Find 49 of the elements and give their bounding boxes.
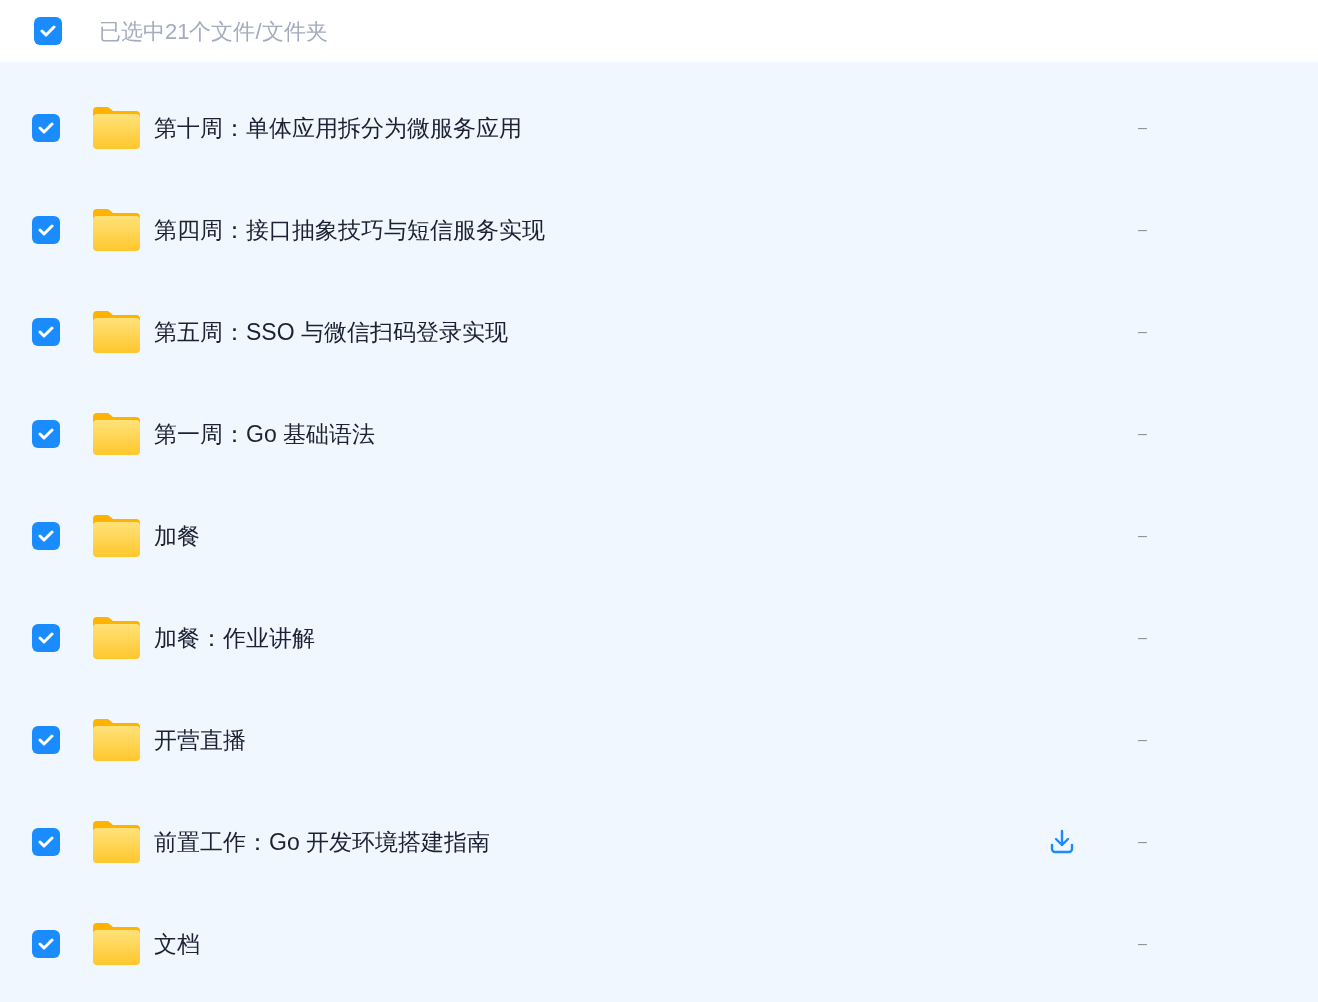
folder-icon — [93, 515, 140, 557]
check-icon — [38, 836, 54, 848]
size-value: – — [1138, 832, 1148, 852]
folder-icon — [93, 923, 140, 965]
size-value: – — [1138, 730, 1148, 750]
checkbox[interactable] — [32, 522, 60, 550]
folder-icon — [93, 107, 140, 149]
folder-name[interactable]: 第四周：接口抽象技巧与短信服务实现 — [154, 212, 545, 248]
selection-count: 已选中21个文件/文件夹 — [99, 17, 328, 46]
check-icon — [38, 326, 54, 338]
checkbox[interactable] — [32, 216, 60, 244]
check-icon — [38, 530, 54, 542]
folder-name[interactable]: 第一周：Go 基础语法 — [154, 416, 376, 452]
folder-icon — [93, 617, 140, 659]
size-value: – — [1138, 118, 1148, 138]
folder-icon — [93, 413, 140, 455]
check-icon — [38, 122, 54, 134]
checkbox[interactable] — [32, 828, 60, 856]
checkbox[interactable] — [32, 726, 60, 754]
folder-name[interactable]: 前置工作：Go 开发环境搭建指南 — [154, 824, 491, 860]
check-icon — [38, 632, 54, 644]
folder-name[interactable]: 开营直播 — [154, 722, 246, 758]
size-value: – — [1138, 934, 1148, 954]
folder-name[interactable]: 加餐 — [154, 518, 200, 554]
size-value: – — [1138, 424, 1148, 444]
folder-name[interactable]: 第十周：单体应用拆分为微服务应用 — [154, 110, 522, 146]
folder-name[interactable]: 第五周：SSO 与微信扫码登录实现 — [154, 314, 508, 350]
folder-icon — [93, 209, 140, 251]
checkbox[interactable] — [34, 17, 62, 45]
checkbox[interactable] — [32, 114, 60, 142]
check-icon — [38, 224, 54, 236]
checkbox[interactable] — [32, 930, 60, 958]
size-value: – — [1138, 322, 1148, 342]
checkbox[interactable] — [32, 624, 60, 652]
folder-name[interactable]: 加餐：作业讲解 — [154, 620, 315, 656]
download-icon[interactable] — [1049, 829, 1075, 855]
check-icon — [38, 428, 54, 440]
size-value: – — [1138, 526, 1148, 546]
folder-name[interactable]: 文档 — [154, 926, 200, 962]
folder-icon — [93, 821, 140, 863]
check-icon — [38, 938, 54, 950]
folder-icon — [93, 311, 140, 353]
check-icon — [40, 25, 56, 37]
size-value: – — [1138, 220, 1148, 240]
size-value: – — [1138, 628, 1148, 648]
folder-icon — [93, 719, 140, 761]
check-icon — [38, 734, 54, 746]
checkbox[interactable] — [32, 318, 60, 346]
checkbox[interactable] — [32, 420, 60, 448]
